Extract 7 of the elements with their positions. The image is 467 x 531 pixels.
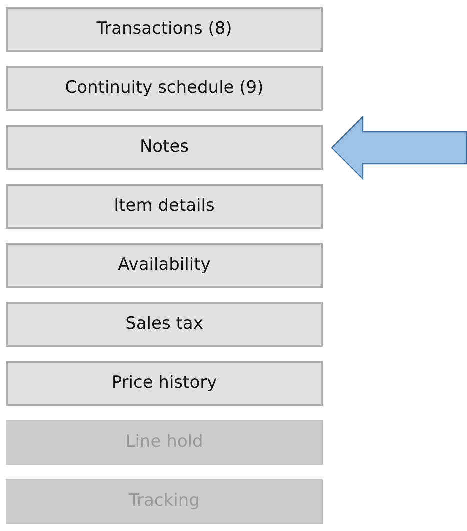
action-button[interactable]: Item details [6,184,323,229]
action-button[interactable]: Notes [6,125,323,170]
action-button[interactable]: Transactions (8) [6,7,323,52]
action-button[interactable]: Price history [6,361,323,406]
action-button[interactable]: Continuity schedule (9) [6,66,323,111]
action-button[interactable]: Sales tax [6,302,323,347]
action-button[interactable]: Availability [6,243,323,288]
